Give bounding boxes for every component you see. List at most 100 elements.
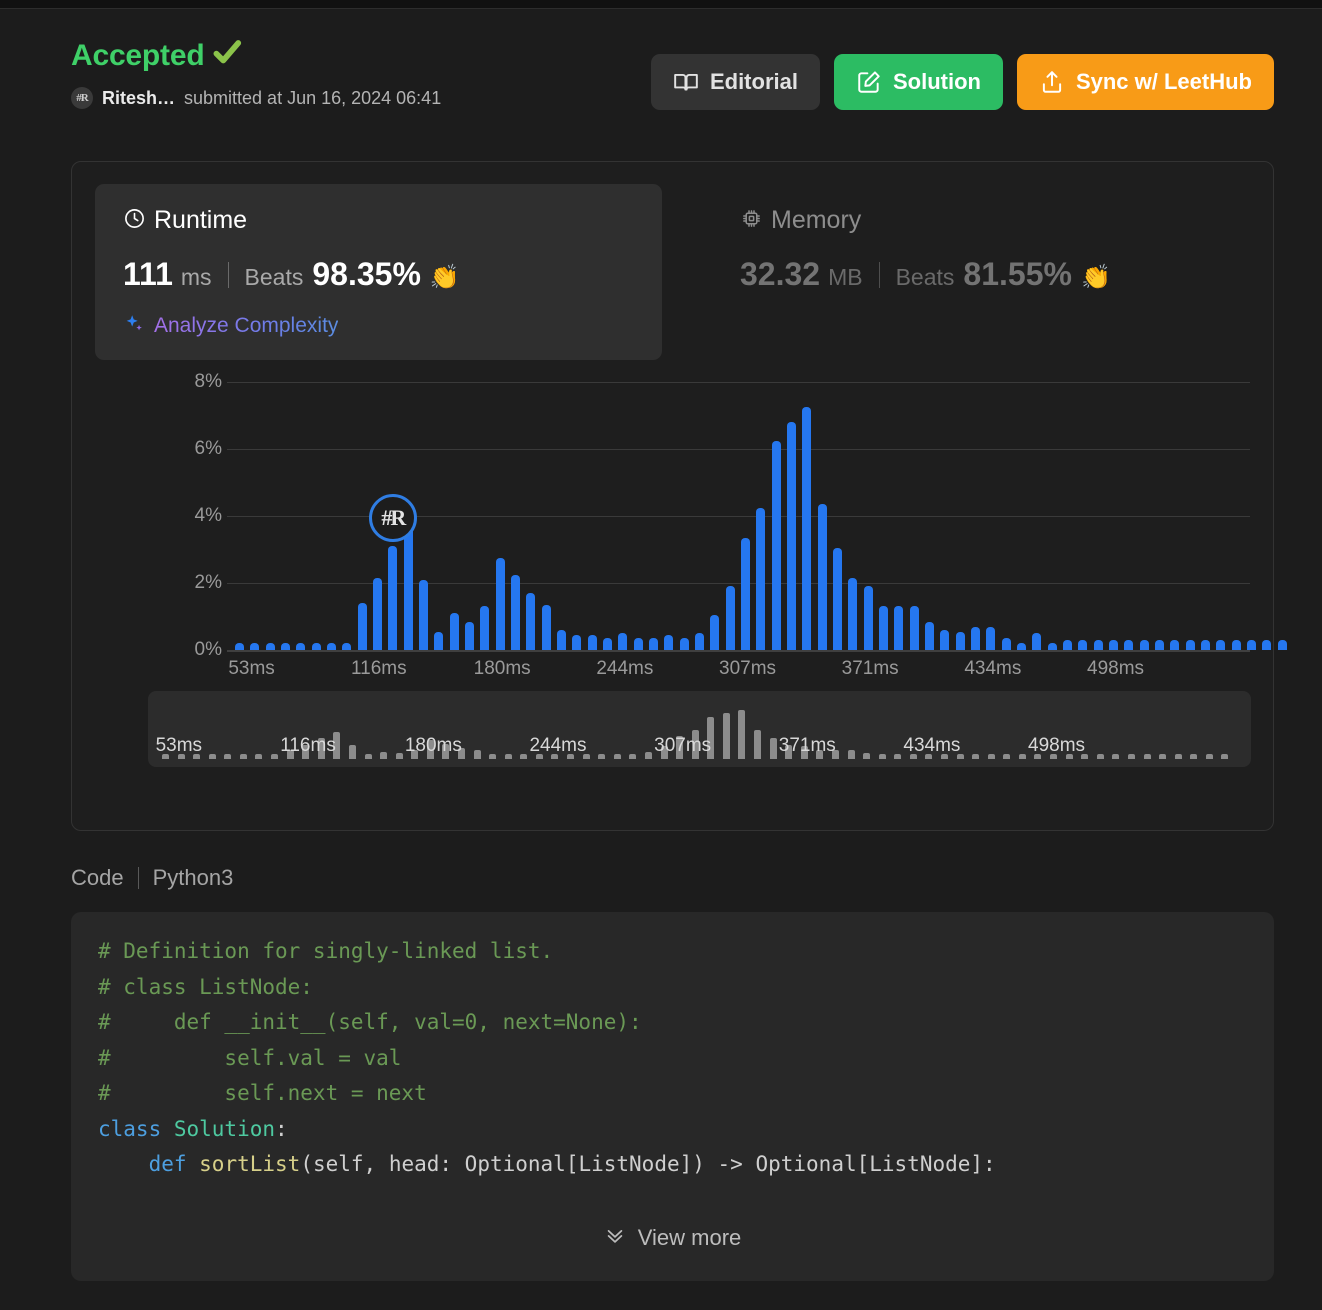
chart-bar[interactable] — [1231, 639, 1241, 650]
chart-bar[interactable] — [1109, 639, 1118, 650]
chart-bar[interactable] — [1063, 639, 1072, 650]
chart-bar[interactable] — [833, 547, 842, 650]
chart-y-tick: 2% — [194, 572, 222, 594]
code-lines[interactable]: # Definition for singly-linked list. # cl… — [98, 934, 1264, 1183]
chart-bar[interactable] — [342, 643, 352, 650]
runtime-unit: ms — [180, 264, 212, 290]
chart-bar[interactable] — [1078, 639, 1088, 650]
chart-bar[interactable] — [664, 634, 674, 650]
chart-bar[interactable] — [557, 629, 566, 650]
metric-cards: Runtime 111 ms Beats 98.35% 👏 Analyze Co… — [95, 184, 1279, 360]
minimap-x-tick: 53ms — [155, 735, 203, 756]
chart-bar[interactable] — [848, 578, 858, 650]
chart-bar[interactable] — [1277, 639, 1287, 650]
chart-bar[interactable] — [526, 593, 536, 650]
analyze-complexity-link[interactable]: Analyze Complexity — [123, 312, 634, 339]
chart-bar[interactable] — [327, 643, 336, 650]
chart-bar[interactable] — [1139, 639, 1149, 650]
avatar[interactable]: #R — [71, 87, 93, 109]
chart-bar[interactable] — [449, 613, 459, 650]
chip-icon — [740, 207, 763, 235]
chart-bar[interactable] — [511, 574, 520, 650]
chart-bar[interactable] — [373, 578, 382, 650]
solution-button[interactable]: Solution — [833, 54, 1003, 110]
chart-bar[interactable] — [572, 634, 582, 650]
code-line: def sortList(self, head: Optional[ListNo… — [98, 1147, 1264, 1183]
chart-y-tick: 6% — [194, 438, 222, 460]
runtime-card[interactable]: Runtime 111 ms Beats 98.35% 👏 Analyze Co… — [95, 184, 662, 360]
chart-bar[interactable] — [265, 643, 275, 650]
chart-x-tick: 116ms — [351, 658, 407, 679]
chart-bar[interactable] — [250, 643, 260, 650]
chart-bar[interactable] — [1262, 639, 1272, 650]
chart-bar[interactable] — [710, 614, 720, 650]
view-more-button[interactable]: View more — [71, 1224, 1274, 1251]
chart-bar[interactable] — [940, 629, 950, 650]
runtime-card-label: Runtime — [154, 206, 248, 234]
chart-bar[interactable] — [894, 606, 904, 650]
chart-bar[interactable] — [863, 586, 873, 650]
submission-page: Accepted #R Ritesh… submitted at Jun 16,… — [0, 9, 1322, 1310]
editorial-button[interactable]: Editorial — [650, 54, 820, 110]
sync-leethub-button[interactable]: Sync w/ LeetHub — [1016, 54, 1274, 110]
chart-bar[interactable] — [357, 603, 367, 650]
chart-bar[interactable] — [1216, 639, 1226, 650]
chart-minimap-scrollbar[interactable]: 53ms 116ms 180ms 244ms 307ms 371ms 434ms 498ms — [148, 691, 1251, 767]
chart-bar[interactable] — [955, 631, 965, 650]
submitter-name[interactable]: Ritesh… — [102, 88, 175, 109]
chart-bar[interactable] — [771, 440, 781, 650]
chart-bar[interactable] — [434, 631, 444, 650]
chart-bar[interactable] — [633, 638, 643, 650]
chart-bar[interactable] — [587, 634, 597, 650]
chart-bar[interactable] — [1201, 639, 1210, 650]
chart-bar[interactable] — [603, 638, 612, 650]
chart-bar[interactable] — [1017, 643, 1026, 650]
code-token: # self.val = val — [98, 1045, 402, 1070]
upload-box-icon — [1039, 69, 1065, 95]
chart-bar[interactable] — [1093, 639, 1103, 650]
chart-bar[interactable] — [281, 643, 290, 650]
user-position-marker[interactable]: #R — [368, 494, 417, 543]
chart-bar[interactable] — [311, 643, 321, 650]
chart-bar[interactable] — [695, 633, 704, 650]
chart-bar[interactable] — [1170, 639, 1180, 650]
chart-bar[interactable] — [817, 504, 827, 650]
chart-bar[interactable] — [618, 633, 628, 650]
chart-bar[interactable] — [909, 606, 919, 650]
chart-bar[interactable] — [725, 586, 735, 650]
chart-bar[interactable] — [296, 643, 306, 650]
memory-card-label: Memory — [771, 206, 862, 234]
code-token: # Definition for singly-linked list. — [98, 939, 554, 963]
chart-bar[interactable] — [235, 643, 244, 650]
chart-bar[interactable] — [649, 638, 658, 650]
chart-bar[interactable] — [419, 579, 428, 650]
chart-bar[interactable] — [495, 557, 505, 650]
memory-unit: MB — [828, 264, 863, 290]
memory-card[interactable]: Memory 32.32 MB Beats 81.55% 👏 — [712, 184, 1279, 360]
chart-bar[interactable] — [1185, 639, 1195, 650]
chart-bar[interactable] — [1032, 633, 1042, 650]
memory-divider — [878, 261, 880, 288]
chart-bar[interactable] — [756, 507, 766, 650]
window-top-strip — [0, 0, 1322, 8]
minimap-x-tick: 498ms — [1028, 735, 1086, 756]
chart-bar[interactable] — [1155, 639, 1164, 650]
chart-bar[interactable] — [480, 606, 490, 650]
chart-bar[interactable] — [802, 407, 812, 650]
chart-bar[interactable] — [879, 606, 888, 650]
chart-bar[interactable] — [1247, 639, 1256, 650]
chart-bar[interactable] — [741, 537, 750, 650]
chart-bar[interactable] — [679, 638, 689, 650]
memory-card-stats: 32.32 MB Beats 81.55% 👏 — [740, 256, 1251, 293]
chart-bar[interactable] — [986, 626, 996, 650]
chart-bar[interactable] — [541, 604, 551, 650]
chart-bar[interactable] — [388, 546, 398, 650]
chart-bar[interactable] — [1001, 638, 1011, 650]
chart-bar[interactable] — [1124, 639, 1134, 650]
chart-bar[interactable] — [971, 626, 980, 650]
chart-bar[interactable] — [465, 621, 474, 650]
chart-bar[interactable] — [1047, 643, 1057, 650]
chart-bar[interactable] — [925, 621, 934, 650]
chart-bar[interactable] — [787, 422, 796, 650]
code-language[interactable]: Python3 — [153, 865, 234, 891]
